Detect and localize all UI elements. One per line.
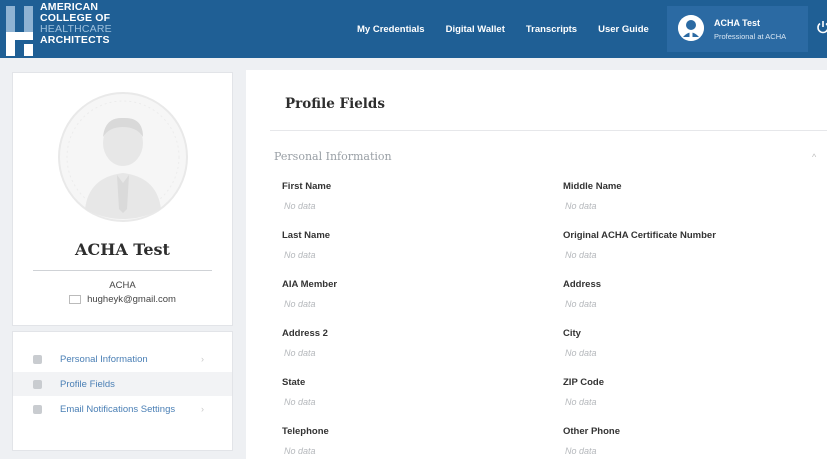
field-label-middle-name: Middle Name [563,181,622,192]
section-header-personal-information[interactable]: Personal Information [274,150,392,163]
top-navbar: AMERICAN COLLEGE OF HEALTHCARE ARCHITECT… [0,0,827,58]
user-name: ACHA Test [714,18,761,28]
logo-text: AMERICAN COLLEGE OF HEALTHCARE ARCHITECT… [40,1,112,46]
field-value-middle-name: No data [565,201,597,211]
user-role: Professional at ACHA [714,32,787,41]
sidebar-menu: Personal Information › Profile Fields Em… [12,331,233,451]
field-value-aia-member: No data [284,299,316,309]
field-label-city: City [563,328,581,339]
nav-digital-wallet[interactable]: Digital Wallet [446,24,505,35]
field-label-aia-member: AIA Member [282,279,338,290]
field-value-last-name: No data [284,250,316,260]
mail-icon [69,294,82,304]
field-value-state: No data [284,397,316,407]
field-value-first-name: No data [284,201,316,211]
sidebar-item-label: Email Notifications Settings [60,403,176,415]
field-value-zip-code: No data [565,397,597,407]
field-label-certificate-number: Original ACHA Certificate Number [563,230,716,241]
profile-email: hugheyk@gmail.com [87,294,176,305]
chevron-right-icon: › [201,404,204,414]
field-value-address-2: No data [284,348,316,358]
field-value-certificate-number: No data [565,250,597,260]
sidebar-item-personal-information[interactable]: Personal Information › [13,347,232,371]
sidebar-item-profile-fields[interactable]: Profile Fields [13,372,232,396]
profile-organization: ACHA [109,280,136,291]
field-value-other-phone: No data [565,446,597,456]
title-divider [270,130,827,131]
main-nav: My Credentials Digital Wallet Transcript… [357,0,670,58]
bell-icon [33,404,42,414]
chevron-right-icon: › [201,354,204,364]
field-label-zip-code: ZIP Code [563,377,604,388]
field-label-other-phone: Other Phone [563,426,621,437]
user-icon [33,354,42,364]
nav-user-guide[interactable]: User Guide [598,24,649,35]
sidebar-item-email-notifications[interactable]: Email Notifications Settings › [13,397,232,421]
field-label-first-name: First Name [282,181,332,192]
field-value-city: No data [565,348,597,358]
logo-mark-icon [6,6,33,56]
field-label-address-2: Address 2 [282,328,328,339]
field-label-last-name: Last Name [282,230,331,241]
profile-card: ACHA Test ACHA hugheyk@gmail.com [12,72,233,326]
field-label-state: State [282,377,306,388]
id-card-icon [33,379,42,389]
chevron-up-icon[interactable]: ^ [812,152,816,162]
sidebar-item-label: Personal Information [60,353,148,365]
field-value-address: No data [565,299,597,309]
user-avatar-icon [678,15,704,41]
nav-my-credentials[interactable]: My Credentials [357,24,425,35]
field-label-address: Address [563,279,602,290]
field-label-telephone: Telephone [282,426,329,437]
sidebar-item-label: Profile Fields [60,378,115,390]
profile-email-row: hugheyk@gmail.com [13,294,232,305]
user-menu[interactable]: ACHA Test Professional at ACHA [667,6,808,52]
acha-logo[interactable]: AMERICAN COLLEGE OF HEALTHCARE ARCHITECT… [0,0,120,58]
profile-name: ACHA Test [75,240,170,259]
power-icon[interactable] [816,20,827,34]
profile-avatar-icon [58,92,188,222]
profile-divider [33,270,212,271]
page-title: Profile Fields [285,96,385,112]
field-value-telephone: No data [284,446,316,456]
main-panel: Profile Fields Personal Information ^ Fi… [246,70,827,459]
nav-transcripts[interactable]: Transcripts [526,24,577,35]
